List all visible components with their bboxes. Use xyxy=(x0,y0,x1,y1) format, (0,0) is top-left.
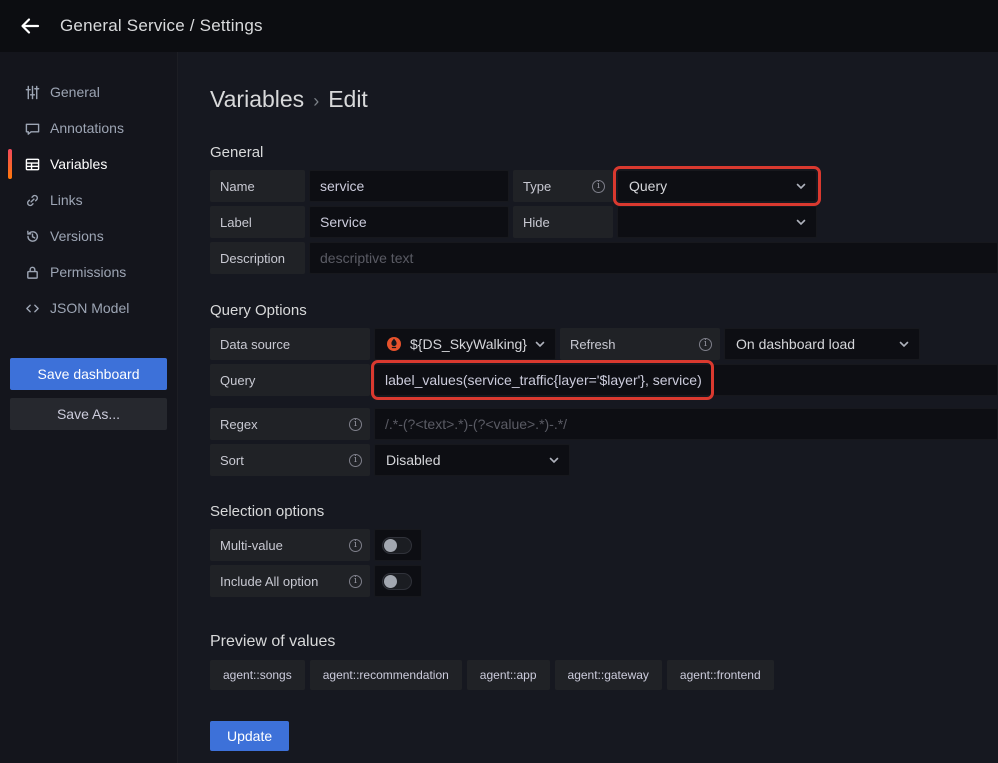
info-icon[interactable]: i xyxy=(349,454,362,467)
sidebar-item-label: Versions xyxy=(50,228,104,244)
multi-value-label: Multi-value i xyxy=(210,529,370,561)
selection-options-section-title: Selection options xyxy=(210,503,998,520)
preview-section-title: Preview of values xyxy=(210,633,998,651)
form-row-description: Description xyxy=(210,242,998,274)
form-row-include-all: Include All option i xyxy=(210,565,998,597)
save-as-button[interactable]: Save As... xyxy=(10,398,167,430)
preview-value-chip: agent::gateway xyxy=(555,660,662,690)
preview-value-chip: agent::frontend xyxy=(667,660,774,690)
sort-select-value: Disabled xyxy=(386,452,440,468)
sliders-icon xyxy=(24,84,40,100)
breadcrumb: Variables › Edit xyxy=(210,86,998,113)
general-section-title: General xyxy=(210,144,998,161)
sidebar-item-label: Links xyxy=(50,192,83,208)
info-icon[interactable]: i xyxy=(349,575,362,588)
sidebar-item-permissions[interactable]: Permissions xyxy=(0,254,177,290)
preview-value-chip: agent::songs xyxy=(210,660,305,690)
hide-label: Hide xyxy=(513,206,613,238)
form-row-label-hide: Label Hide xyxy=(210,206,998,238)
code-brackets-icon xyxy=(24,300,40,316)
info-icon[interactable]: i xyxy=(349,539,362,552)
breadcrumb-separator: › xyxy=(313,91,319,112)
form-row-datasource-refresh: Data source ${DS_SkyWalking} Refresh i O… xyxy=(210,328,998,360)
breadcrumb-variables[interactable]: Variables xyxy=(210,86,304,113)
prometheus-flame-icon xyxy=(386,336,402,352)
chevron-down-icon xyxy=(795,180,807,192)
info-icon[interactable]: i xyxy=(349,418,362,431)
include-all-label: Include All option i xyxy=(210,565,370,597)
sidebar-item-label: General xyxy=(50,84,100,100)
sidebar-item-json-model[interactable]: JSON Model xyxy=(0,290,177,326)
toggle-track xyxy=(382,573,412,590)
form-row-sort: Sort i Disabled xyxy=(210,444,998,476)
toggle-track xyxy=(382,537,412,554)
save-dashboard-button[interactable]: Save dashboard xyxy=(10,358,167,390)
form-row-query: Query xyxy=(210,364,998,396)
sidebar-item-versions[interactable]: Versions xyxy=(0,218,177,254)
preview-value-chip: agent::recommendation xyxy=(310,660,462,690)
chevron-down-icon xyxy=(534,338,546,350)
table-grid-icon xyxy=(24,156,40,172)
sidebar-actions: Save dashboard Save As... xyxy=(0,358,177,430)
sidebar-item-label: Annotations xyxy=(50,120,124,136)
chevron-down-icon xyxy=(898,338,910,350)
hide-select[interactable] xyxy=(617,206,817,238)
sidebar-item-links[interactable]: Links xyxy=(0,182,177,218)
name-label: Name xyxy=(210,170,305,202)
refresh-label: Refresh i xyxy=(560,328,720,360)
comment-icon xyxy=(24,120,40,136)
refresh-select[interactable]: On dashboard load xyxy=(724,328,920,360)
sidebar-item-variables[interactable]: Variables xyxy=(0,146,177,182)
type-label: Type i xyxy=(513,170,613,202)
description-label: Description xyxy=(210,242,305,274)
history-icon xyxy=(24,228,40,244)
include-all-toggle[interactable] xyxy=(374,565,422,597)
data-source-value: ${DS_SkyWalking} xyxy=(410,336,527,352)
top-header-bar: General Service / Settings xyxy=(0,0,998,52)
sidebar-item-label: Variables xyxy=(50,156,107,172)
arrow-left-icon xyxy=(19,15,41,37)
settings-sidebar: General Annotations Variables Links xyxy=(0,52,178,763)
breadcrumb-edit: Edit xyxy=(328,86,368,113)
sidebar-item-general[interactable]: General xyxy=(0,74,177,110)
variables-edit-panel: Variables › Edit General Name Type i Que… xyxy=(178,52,998,763)
preview-values-list: agent::songs agent::recommendation agent… xyxy=(210,660,998,690)
link-icon xyxy=(24,192,40,208)
regex-label: Regex i xyxy=(210,408,370,440)
info-icon[interactable]: i xyxy=(699,338,712,351)
multi-value-toggle[interactable] xyxy=(374,529,422,561)
data-source-label: Data source xyxy=(210,328,370,360)
type-select-value: Query xyxy=(629,178,667,194)
regex-input[interactable] xyxy=(374,408,998,440)
toggle-knob xyxy=(384,539,397,552)
sort-label: Sort i xyxy=(210,444,370,476)
preview-value-chip: agent::app xyxy=(467,660,550,690)
sidebar-item-label: Permissions xyxy=(50,264,126,280)
refresh-select-value: On dashboard load xyxy=(736,336,855,352)
back-arrow-button[interactable] xyxy=(14,10,46,42)
info-icon[interactable]: i xyxy=(592,180,605,193)
data-source-select[interactable]: ${DS_SkyWalking} xyxy=(374,328,556,360)
type-select[interactable]: Query xyxy=(617,170,817,202)
name-input[interactable] xyxy=(309,170,509,202)
sidebar-item-label: JSON Model xyxy=(50,300,129,316)
chevron-down-icon xyxy=(795,216,807,228)
query-options-section-title: Query Options xyxy=(210,302,998,319)
query-input[interactable] xyxy=(374,364,998,396)
chevron-down-icon xyxy=(548,454,560,466)
label-input[interactable] xyxy=(309,206,509,238)
form-row-multi-value: Multi-value i xyxy=(210,529,998,561)
sort-select[interactable]: Disabled xyxy=(374,444,570,476)
description-input[interactable] xyxy=(309,242,998,274)
update-button[interactable]: Update xyxy=(210,721,289,751)
label-label: Label xyxy=(210,206,305,238)
form-row-regex: Regex i xyxy=(210,408,998,440)
form-row-name-type: Name Type i Query xyxy=(210,170,998,202)
lock-icon xyxy=(24,264,40,280)
toggle-knob xyxy=(384,575,397,588)
page-title: General Service / Settings xyxy=(60,16,263,36)
query-label: Query xyxy=(210,364,370,396)
sidebar-item-annotations[interactable]: Annotations xyxy=(0,110,177,146)
